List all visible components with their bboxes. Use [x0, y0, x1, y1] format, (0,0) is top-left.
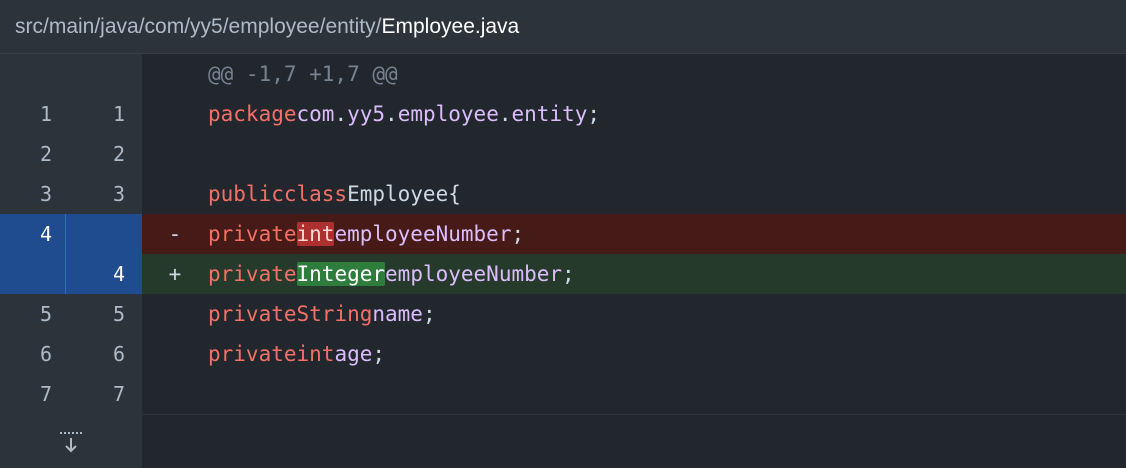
old-line-number[interactable]: 6 — [0, 334, 66, 374]
old-line-number[interactable]: 7 — [0, 374, 66, 414]
new-line-number[interactable]: 3 — [66, 174, 142, 214]
hunk-header: @@ -1,7 +1,7 @@ — [142, 54, 1126, 94]
diff-line: 3 3 public class Employee { — [0, 174, 1126, 214]
diff-line-deleted: 4 - private int employeeNumber; — [0, 214, 1126, 254]
new-line-number[interactable]: 4 — [66, 254, 142, 294]
diff-line: 1 1 package com. yy5. employee. entity; — [0, 94, 1126, 134]
code-line: private String name; — [142, 294, 1126, 334]
new-line-number[interactable]: 1 — [66, 94, 142, 134]
code-line: + private Integer employeeNumber; — [142, 254, 1126, 294]
changed-token: int — [296, 222, 335, 246]
file-path: src/main/java/com/yy5/employee/entity/ — [15, 14, 382, 38]
file-header: src/main/java/com/yy5/employee/entity/Em… — [0, 0, 1126, 54]
code-line: private int age; — [142, 334, 1126, 374]
new-line-number[interactable]: 2 — [66, 134, 142, 174]
old-line-number[interactable] — [0, 254, 66, 294]
expand-down-icon — [60, 432, 82, 453]
expand-row — [0, 414, 1126, 468]
changed-token: Integer — [296, 262, 386, 286]
diff-line: 7 7 — [0, 374, 1126, 414]
old-line-number[interactable]: 2 — [0, 134, 66, 174]
diff-line-added: 4 + private Integer employeeNumber; — [0, 254, 1126, 294]
code-line: package com. yy5. employee. entity; — [142, 94, 1126, 134]
old-line-number[interactable]: 3 — [0, 174, 66, 214]
diff-line: 2 2 — [0, 134, 1126, 174]
new-line-number[interactable] — [66, 214, 142, 254]
deletion-marker: - — [168, 222, 182, 246]
expand-row-spacer — [142, 414, 1126, 468]
old-line-number[interactable]: 5 — [0, 294, 66, 334]
code-line — [142, 134, 1126, 174]
code-line: - private int employeeNumber; — [142, 214, 1126, 254]
diff-line: 5 5 private String name; — [0, 294, 1126, 334]
new-line-number[interactable]: 5 — [66, 294, 142, 334]
diff-view: @@ -1,7 +1,7 @@ 1 1 package com. yy5. empl… — [0, 54, 1126, 468]
old-line-gutter — [0, 54, 66, 94]
addition-marker: + — [168, 262, 182, 286]
hunk-header-row: @@ -1,7 +1,7 @@ — [0, 54, 1126, 94]
diff-line: 6 6 private int age; — [0, 334, 1126, 374]
new-line-number[interactable]: 7 — [66, 374, 142, 414]
old-line-number[interactable]: 4 — [0, 214, 66, 254]
old-line-number[interactable]: 1 — [0, 94, 66, 134]
file-name[interactable]: Employee.java — [381, 15, 519, 39]
code-line: public class Employee { — [142, 174, 1126, 214]
new-line-number[interactable]: 6 — [66, 334, 142, 374]
new-line-gutter — [66, 54, 142, 94]
code-line — [142, 374, 1126, 414]
expand-down-button[interactable] — [0, 414, 142, 468]
